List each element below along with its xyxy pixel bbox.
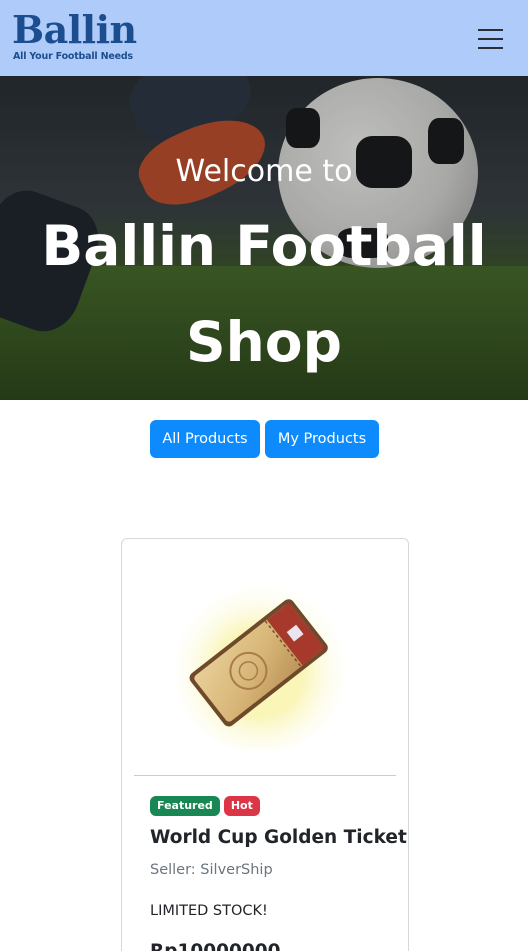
hamburger-line xyxy=(477,38,503,40)
badge-row: Featured Hot xyxy=(150,796,260,816)
product-description: LIMITED STOCK! xyxy=(150,903,268,919)
my-products-button[interactable]: My Products xyxy=(265,420,379,458)
brand-logo[interactable]: Ballin All Your Football Needs xyxy=(12,8,137,64)
featured-badge: Featured xyxy=(150,796,220,816)
logo-text: Ballin xyxy=(12,7,137,52)
logo-tagline: All Your Football Needs xyxy=(13,51,133,62)
navbar: Ballin All Your Football Needs xyxy=(0,0,528,76)
product-seller: Seller: SilverShip xyxy=(150,862,273,878)
card-divider xyxy=(134,775,396,776)
hero-welcome: Welcome to xyxy=(175,154,353,189)
product-name[interactable]: World Cup Golden Ticket xyxy=(150,827,407,848)
product-price: Rp10000000 xyxy=(150,941,280,951)
hero-title: Ballin Football Shop xyxy=(41,214,487,374)
hero-banner: Welcome to Ballin Football Shop xyxy=(0,76,528,400)
all-products-button[interactable]: All Products xyxy=(150,420,260,458)
hamburger-line xyxy=(477,29,503,31)
golden-ticket-image xyxy=(172,576,348,749)
hot-badge: Hot xyxy=(223,796,260,816)
hamburger-line xyxy=(477,47,503,49)
product-card[interactable]: Featured Hot World Cup Golden Ticket Sel… xyxy=(121,538,409,951)
hamburger-menu-icon[interactable] xyxy=(466,24,514,54)
